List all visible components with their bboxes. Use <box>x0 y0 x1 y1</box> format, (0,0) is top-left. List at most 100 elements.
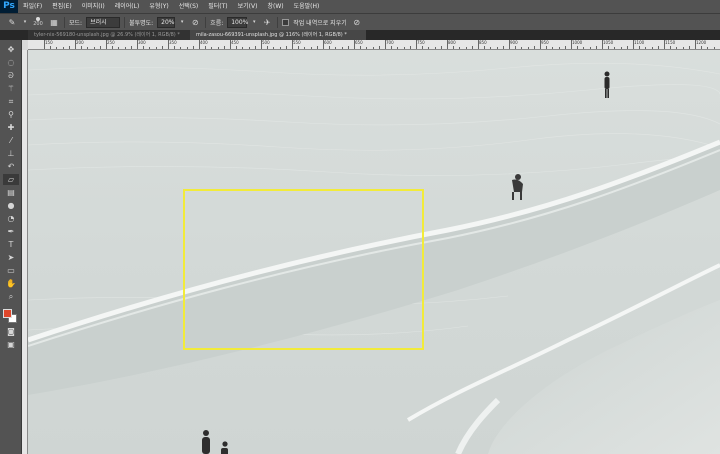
ruler-label: 250 <box>107 40 115 45</box>
zoom-icon[interactable]: ⌕ <box>3 291 19 302</box>
menu-edit[interactable]: 편집(E) <box>47 0 77 13</box>
ruler-label: 700 <box>386 40 394 45</box>
divider <box>124 16 126 28</box>
blur-icon[interactable]: ● <box>3 200 19 211</box>
pressure-size-icon[interactable]: ⊘ <box>351 17 363 28</box>
divider <box>277 16 279 28</box>
screen-mode-icon[interactable]: ▣ <box>3 339 19 350</box>
marquee-selection[interactable] <box>183 189 424 350</box>
ruler-minor-tick <box>595 46 597 49</box>
hand-icon[interactable]: ✋ <box>3 278 19 289</box>
ruler-minor-tick <box>614 47 616 49</box>
history-brush-icon[interactable]: ↶ <box>3 161 19 172</box>
eyedropper-icon[interactable]: ⚲ <box>3 109 19 120</box>
ruler-minor-tick <box>68 46 70 49</box>
ruler-minor-tick <box>651 47 653 49</box>
ruler-minor-tick <box>236 46 238 49</box>
chevron-down-icon[interactable]: ▾ <box>179 17 185 28</box>
eraser-icon[interactable]: ▱ <box>3 174 19 185</box>
ruler-minor-tick <box>366 47 368 49</box>
ruler-tick <box>354 40 355 49</box>
chevron-down-icon[interactable]: ▾ <box>22 17 28 28</box>
ruler-minor-tick <box>453 46 455 49</box>
move-icon[interactable]: ✥ <box>3 44 19 55</box>
ruler-minor-tick <box>670 46 672 49</box>
ruler-label: 650 <box>355 40 363 45</box>
ruler-tick <box>44 40 45 49</box>
ruler-minor-tick <box>180 47 182 49</box>
ruler-minor-tick <box>285 46 287 49</box>
divider <box>205 16 207 28</box>
gradient-icon[interactable]: ▤ <box>3 187 19 198</box>
ruler-minor-tick <box>335 47 337 49</box>
menu-image[interactable]: 이미지(I) <box>77 0 110 13</box>
ruler-minor-tick <box>161 46 163 49</box>
ruler-minor-tick <box>56 47 58 49</box>
ruler-label: 200 <box>76 40 84 45</box>
mode-select[interactable]: 브러시 <box>86 16 121 28</box>
brush-size-value: 200 <box>33 21 43 27</box>
ruler-minor-tick <box>459 47 461 49</box>
ruler-minor-tick <box>273 47 275 49</box>
ruler-tick <box>664 40 665 49</box>
menu-layer[interactable]: 레이어(L) <box>110 0 145 13</box>
ruler-label: 750 <box>417 40 425 45</box>
pen-icon[interactable]: ✒ <box>3 226 19 237</box>
airbrush-icon[interactable]: ✈ <box>261 17 273 28</box>
flow-input[interactable]: 100% <box>227 16 248 28</box>
path-select-icon[interactable]: ➤ <box>3 252 19 263</box>
foreground-color-swatch[interactable] <box>3 309 12 318</box>
eraser-tool-preset-icon[interactable]: ✎ <box>6 17 18 28</box>
menu-select[interactable]: 선택(S) <box>174 0 204 13</box>
type-icon[interactable]: T <box>3 239 19 250</box>
photoshop-window: Ps 파일(F) 편집(E) 이미지(I) 레이어(L) 유형(Y) 선택(S)… <box>0 0 720 454</box>
ruler-tick <box>447 40 448 49</box>
crop-icon[interactable]: ⌗ <box>3 96 19 107</box>
ruler-label: 500 <box>262 40 270 45</box>
ruler-label: 800 <box>448 40 456 45</box>
brush-preset-picker[interactable]: 200 <box>32 17 44 27</box>
tab-document-1[interactable]: tyler-nix-569180-unsplash.jpg @ 26.9% (레… <box>28 30 190 40</box>
lasso-icon[interactable]: ᘐ <box>3 70 19 81</box>
menu-file[interactable]: 파일(F) <box>18 0 47 13</box>
opacity-input[interactable]: 20% <box>157 16 176 28</box>
menu-filter[interactable]: 필터(T) <box>203 0 232 13</box>
divider <box>64 16 65 28</box>
ruler-minor-tick <box>552 47 554 49</box>
healing-icon[interactable]: ✚ <box>3 122 19 133</box>
marquee-icon[interactable]: ◌ <box>3 57 19 68</box>
shape-icon[interactable]: ▭ <box>3 265 19 276</box>
ruler-label: 400 <box>200 40 208 45</box>
ruler-minor-tick <box>143 46 145 49</box>
brush-panel-icon[interactable]: ▦ <box>48 17 60 28</box>
ruler-minor-tick <box>310 47 312 49</box>
ruler-minor-tick <box>93 47 95 49</box>
dodge-icon[interactable]: ◔ <box>3 213 19 224</box>
erase-to-history-checkbox[interactable] <box>282 18 290 26</box>
ruler-label: 1200 <box>696 40 707 45</box>
ruler-minor-tick <box>701 46 703 49</box>
chevron-down-icon[interactable]: ▾ <box>251 17 257 28</box>
brush-icon[interactable]: ⁄ <box>3 135 19 146</box>
ruler-minor-tick <box>372 47 374 49</box>
menu-help[interactable]: 도움말(H) <box>289 0 325 13</box>
stamp-icon[interactable]: ⊥ <box>3 148 19 159</box>
menu-window[interactable]: 창(W) <box>262 0 288 13</box>
menu-type[interactable]: 유형(Y) <box>144 0 173 13</box>
ruler-tick <box>695 40 696 49</box>
quick-mask-icon[interactable]: ◙ <box>3 326 19 337</box>
magic-wand-icon[interactable]: ⚚ <box>3 83 19 94</box>
pressure-opacity-icon[interactable]: ⊘ <box>189 17 201 28</box>
ruler-tick <box>602 40 603 49</box>
ruler-minor-tick <box>496 47 498 49</box>
ruler-minor-tick <box>403 47 405 49</box>
ruler-minor-tick <box>676 47 678 49</box>
ruler-minor-tick <box>341 47 343 49</box>
ruler-minor-tick <box>515 46 517 49</box>
ruler-minor-tick <box>267 46 269 49</box>
ruler-horizontal[interactable]: 150 200 250 300 350 400 450 500 550 600 650 700 750 8… <box>28 40 720 50</box>
ruler-minor-tick <box>174 46 176 49</box>
ruler-minor-tick <box>484 46 486 49</box>
tab-document-2[interactable]: mila-zasou-669391-unsplash.jpg @ 116% (레… <box>190 30 366 40</box>
menu-view[interactable]: 보기(V) <box>233 0 263 13</box>
